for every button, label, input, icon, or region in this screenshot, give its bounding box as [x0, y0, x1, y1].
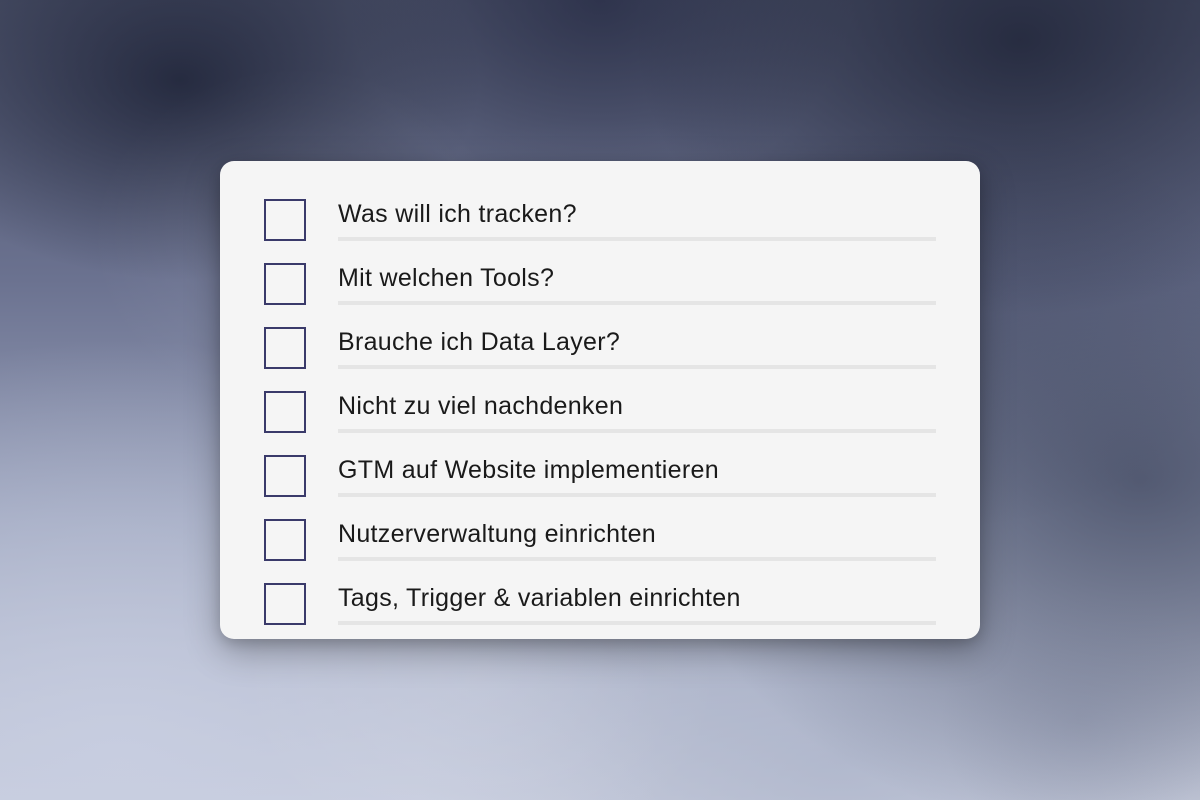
divider [338, 557, 936, 561]
list-item: Mit welchen Tools? [264, 251, 936, 315]
checklist: Was will ich tracken? Mit welchen Tools?… [264, 187, 936, 635]
label-wrap: Nicht zu viel nachdenken [338, 392, 936, 433]
checkbox[interactable] [264, 455, 306, 497]
label-wrap: Tags, Trigger & variablen einrichten [338, 584, 936, 625]
checkbox[interactable] [264, 391, 306, 433]
label-wrap: Mit welchen Tools? [338, 264, 936, 305]
item-label: GTM auf Website implementieren [338, 456, 719, 484]
list-item: Tags, Trigger & variablen einrichten [264, 571, 936, 635]
checkbox[interactable] [264, 583, 306, 625]
item-label: Nicht zu viel nachdenken [338, 392, 623, 420]
list-item: GTM auf Website implementieren [264, 443, 936, 507]
checkbox[interactable] [264, 199, 306, 241]
divider [338, 429, 936, 433]
list-item: Brauche ich Data Layer? [264, 315, 936, 379]
label-wrap: Nutzerverwaltung einrichten [338, 520, 936, 561]
divider [338, 237, 936, 241]
divider [338, 301, 936, 305]
item-label: Nutzerverwaltung einrichten [338, 520, 656, 548]
divider [338, 493, 936, 497]
list-item: Was will ich tracken? [264, 187, 936, 251]
label-wrap: GTM auf Website implementieren [338, 456, 936, 497]
list-item: Nicht zu viel nachdenken [264, 379, 936, 443]
item-label: Mit welchen Tools? [338, 264, 554, 292]
item-label: Was will ich tracken? [338, 200, 577, 228]
divider [338, 365, 936, 369]
label-wrap: Brauche ich Data Layer? [338, 328, 936, 369]
list-item: Nutzerverwaltung einrichten [264, 507, 936, 571]
label-wrap: Was will ich tracken? [338, 200, 936, 241]
checkbox[interactable] [264, 263, 306, 305]
checkbox[interactable] [264, 519, 306, 561]
checklist-card: Was will ich tracken? Mit welchen Tools?… [220, 161, 980, 639]
checkbox[interactable] [264, 327, 306, 369]
divider [338, 621, 936, 625]
item-label: Brauche ich Data Layer? [338, 328, 620, 356]
item-label: Tags, Trigger & variablen einrichten [338, 584, 741, 612]
